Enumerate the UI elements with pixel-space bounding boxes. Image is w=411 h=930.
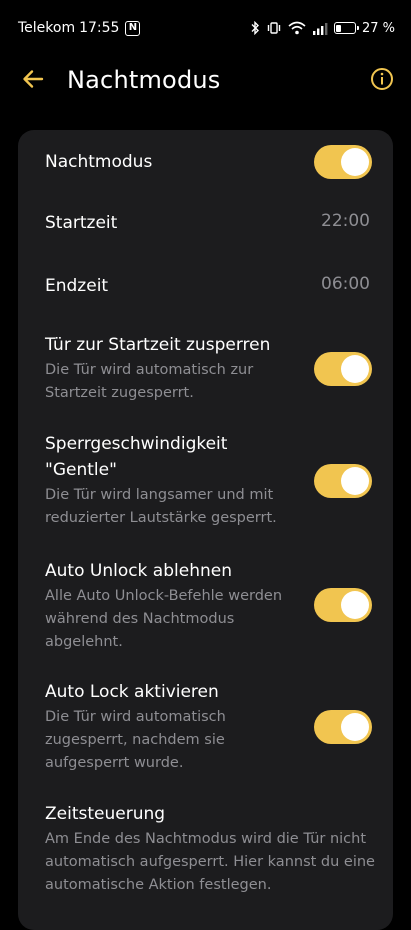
setting-title: Auto Lock aktivieren [45,682,219,702]
setting-description: Die Tür wird automatisch zur Startzeit z… [45,362,254,401]
auto-lock-toggle[interactable] [314,710,372,744]
nachtmodus-toggle[interactable] [314,145,372,179]
sperrgeschwindigkeit-toggle[interactable] [314,464,372,498]
toggle-knob [341,713,369,741]
back-button[interactable] [18,66,48,96]
settings-card: Nachtmodus Startzeit 22:00 Endzeit 06:00… [18,130,393,930]
battery-level [336,24,342,32]
carrier-label: Telekom [18,20,76,36]
toggle-knob [341,355,369,383]
status-bar: Telekom 17:55 N 27 % [0,0,411,56]
status-right: 27 % [250,21,395,36]
setting-title: Auto Unlock ablehnen [45,561,232,581]
setting-description: Die Tür wird langsamer und mit reduziert… [45,487,277,526]
setting-zeitsteuerung[interactable]: Zeitsteuerung Am Ende des Nachtmodus wir… [45,801,375,897]
setting-sperrgeschwindigkeit: Sperrgeschwindigkeit "Gentle" Die Tür wi… [45,431,372,530]
toggle-knob [341,467,369,495]
battery-percent: 27 % [361,20,395,36]
setting-tuer-zusperren: Tür zur Startzeit zusperren Die Tür wird… [45,332,372,405]
nfc-icon: N [125,20,141,36]
setting-auto-unlock: Auto Unlock ablehnen Alle Auto Unlock-Be… [45,558,372,654]
toggle-knob [341,148,369,176]
toggle-knob [341,591,369,619]
signal-icon [312,22,328,35]
info-circle-icon [370,67,394,95]
setting-startzeit[interactable]: Startzeit 22:00 [45,210,370,240]
battery-icon [333,22,359,34]
startzeit-value: 22:00 [321,211,370,231]
info-button[interactable] [369,68,395,94]
setting-description: Die Tür wird automatisch zugesperrt, nac… [45,709,226,771]
setting-auto-lock: Auto Lock aktivieren Die Tür wird automa… [45,679,372,775]
bluetooth-icon [250,21,260,35]
arrow-left-icon [22,69,44,93]
setting-description: Alle Auto Unlock-Befehle werden während … [45,588,283,650]
clock: 17:55 [79,20,120,36]
setting-title: Sperrgeschwindigkeit "Gentle" [45,434,228,480]
setting-endzeit[interactable]: Endzeit 06:00 [45,273,370,303]
vibrate-icon [266,21,282,35]
tuer-zusperren-toggle[interactable] [314,352,372,386]
wifi-icon [288,21,306,35]
setting-title: Zeitsteuerung [45,804,166,824]
page-title: Nachtmodus [67,66,221,94]
auto-unlock-toggle[interactable] [314,588,372,622]
setting-description: Am Ende des Nachtmodus wird die Tür nich… [45,831,375,893]
app-bar: Nachtmodus [0,56,411,108]
endzeit-value: 06:00 [321,274,370,294]
status-left: Telekom 17:55 N [18,20,141,36]
setting-nachtmodus: Nachtmodus [45,145,372,179]
